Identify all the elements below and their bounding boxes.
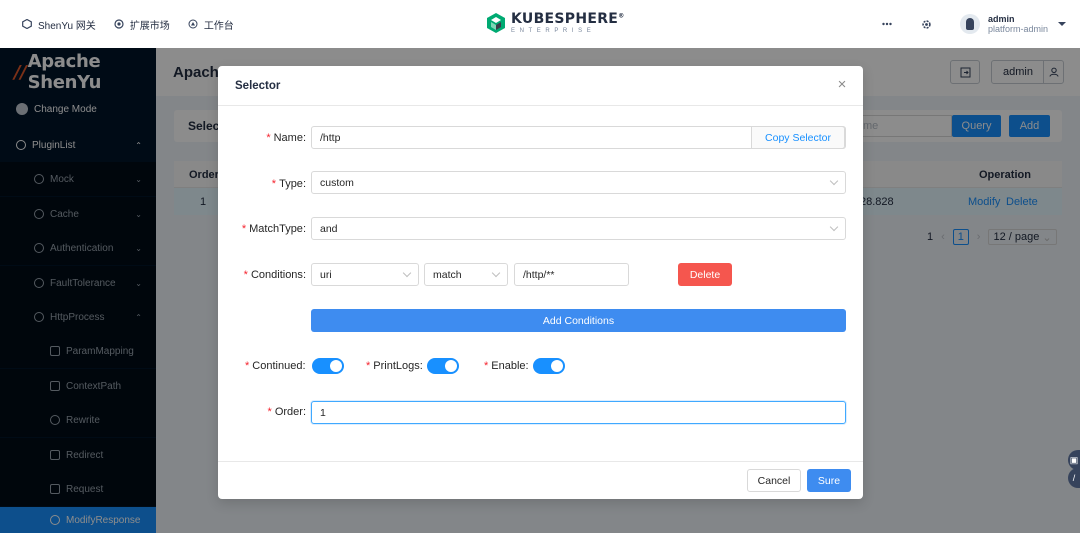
condition-value: /http/**	[523, 269, 555, 281]
nav-item-label: 工作台	[203, 20, 234, 32]
condition-operator-select[interactable]: match	[424, 263, 508, 286]
modal-title: Selector	[235, 79, 281, 92]
continued-switch[interactable]	[312, 358, 344, 374]
name-label: * Name:	[266, 132, 306, 144]
order-input[interactable]: 1	[311, 401, 846, 424]
condition-operator-value: match	[433, 269, 462, 281]
more-dots-icon[interactable]	[880, 17, 894, 31]
user-role: platform-admin	[987, 24, 1048, 34]
printlogs-label: * PrintLogs:	[366, 360, 423, 372]
extension-icon	[114, 19, 124, 29]
nav-item-extension[interactable]: 扩展市场	[114, 17, 170, 32]
conditions-label: * Conditions:	[243, 269, 306, 281]
workbench-icon	[188, 19, 198, 29]
name-field[interactable]: /http Copy Selector	[311, 126, 846, 149]
matchtype-value: and	[320, 223, 338, 235]
logo-main-text: KUBESPHERE	[511, 11, 619, 27]
type-label: * Type:	[271, 178, 306, 190]
condition-param-type-select[interactable]: uri	[311, 263, 419, 286]
copy-selector-button[interactable]: Copy Selector	[751, 126, 845, 149]
chevron-down-icon	[829, 176, 839, 186]
logo-sub-text: ENTERPRISE	[511, 28, 596, 34]
name-value: /http	[320, 132, 341, 144]
close-icon[interactable]: ×	[835, 77, 849, 92]
kubesphere-mark-icon	[487, 13, 505, 33]
nav-item-gateway[interactable]: ShenYu 网关	[22, 17, 96, 32]
top-right-tools: admin platform-admin	[880, 0, 1080, 48]
kubesphere-logo[interactable]: KUBESPHERE® ENTERPRISE	[486, 12, 625, 34]
matchtype-label: * MatchType:	[241, 223, 306, 235]
condition-param-type-value: uri	[320, 269, 332, 281]
user-name: admin	[987, 13, 1015, 24]
continued-label: * Continued:	[245, 360, 306, 372]
avatar[interactable]	[959, 14, 980, 34]
enable-switch[interactable]	[533, 358, 565, 374]
enable-label: * Enable:	[484, 360, 529, 372]
delete-condition-button[interactable]: Delete	[678, 263, 732, 286]
order-value: 1	[320, 407, 326, 419]
type-select[interactable]: custom	[311, 171, 846, 194]
condition-value-input[interactable]: /http/**	[514, 263, 629, 286]
sure-button[interactable]: Sure	[807, 469, 851, 492]
nav-item-label: ShenYu 网关	[38, 20, 96, 32]
matchtype-select[interactable]: and	[311, 217, 846, 240]
settings-gear-icon[interactable]	[920, 17, 934, 31]
modal-header: Selector	[218, 66, 863, 106]
user-info[interactable]: admin platform-admin	[988, 14, 1048, 35]
add-conditions-button[interactable]: Add Conditions	[311, 309, 846, 332]
type-value: custom	[320, 177, 354, 189]
order-label: * Order:	[267, 406, 306, 418]
nav-item-label: 扩展市场	[129, 20, 170, 32]
logo-registered-mark: ®	[618, 12, 625, 20]
user-menu-caret-icon[interactable]	[1058, 22, 1066, 26]
chevron-down-icon	[829, 222, 839, 232]
printlogs-switch[interactable]	[427, 358, 459, 374]
chevron-down-icon	[402, 268, 412, 278]
gateway-icon	[22, 19, 32, 29]
selector-modal: Selector × * Name: /http Copy Selector * T…	[218, 66, 863, 499]
cancel-button[interactable]: Cancel	[747, 469, 801, 492]
top-nav: ShenYu 网关 扩展市场 工作台	[22, 17, 252, 32]
nav-item-workbench[interactable]: 工作台	[188, 17, 234, 32]
top-bar: ShenYu 网关 扩展市场 工作台 KUBESPHERE® ENTERPRIS…	[0, 0, 1080, 48]
chevron-down-icon	[491, 268, 501, 278]
